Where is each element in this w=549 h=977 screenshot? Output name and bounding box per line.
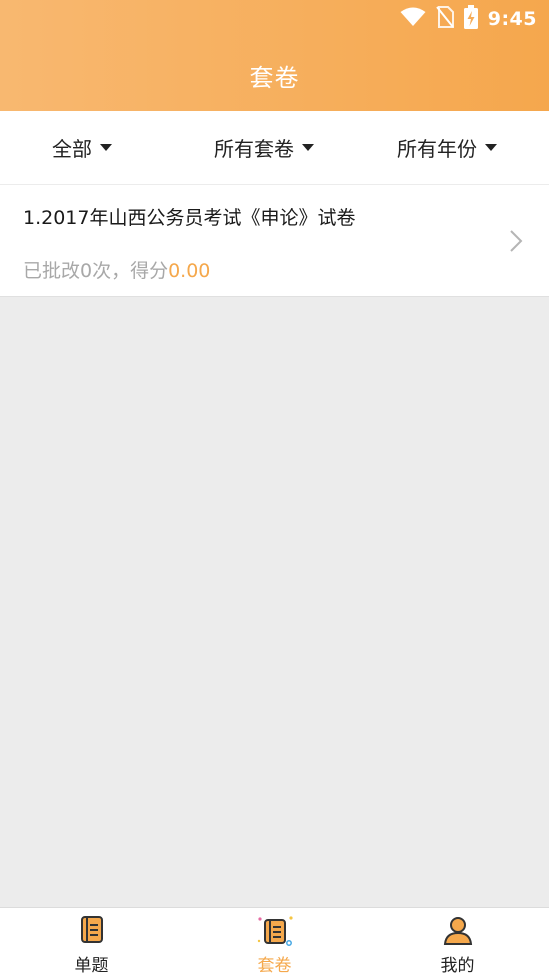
filter-papers-dropdown[interactable]: 所有套卷 <box>214 111 314 184</box>
header: 9:45 套卷 <box>0 0 549 111</box>
score-value: 0.00 <box>168 260 211 282</box>
no-sim-icon <box>435 6 454 32</box>
caret-down-icon <box>485 144 497 151</box>
tab-questions[interactable]: 单题 <box>0 908 183 977</box>
tab-label: 我的 <box>440 956 475 976</box>
bottom-tab-bar: 单题 套卷 我的 <box>0 907 549 977</box>
tab-label: 单题 <box>74 956 109 976</box>
chevron-right-icon <box>509 229 523 257</box>
grading-info: 已批改0次，得分 <box>23 260 169 282</box>
filter-bar: 全部 所有套卷 所有年份 <box>0 111 549 185</box>
filter-label: 所有套卷 <box>214 137 294 161</box>
filter-label: 所有年份 <box>397 137 477 161</box>
caret-down-icon <box>302 144 314 151</box>
filter-years-dropdown[interactable]: 所有年份 <box>397 111 497 184</box>
status-bar: 9:45 <box>0 0 549 38</box>
wifi-icon <box>400 7 426 31</box>
tab-papers[interactable]: 套卷 <box>183 908 366 977</box>
paper-title: 1.2017年山西公务员考试《申论》试卷 <box>23 207 356 229</box>
paper-status: 已批改0次，得分0.00 <box>23 256 210 283</box>
list-item[interactable]: 1.2017年山西公务员考试《申论》试卷 已批改0次，得分0.00 <box>0 185 549 297</box>
battery-charging-icon <box>463 5 478 33</box>
tab-label: 套卷 <box>257 956 292 976</box>
tab-profile[interactable]: 我的 <box>366 908 549 977</box>
filter-all-dropdown[interactable]: 全部 <box>52 111 112 184</box>
status-time: 9:45 <box>487 8 537 30</box>
page-title: 套卷 <box>249 64 300 92</box>
caret-down-icon <box>100 144 112 151</box>
filter-label: 全部 <box>52 137 92 161</box>
